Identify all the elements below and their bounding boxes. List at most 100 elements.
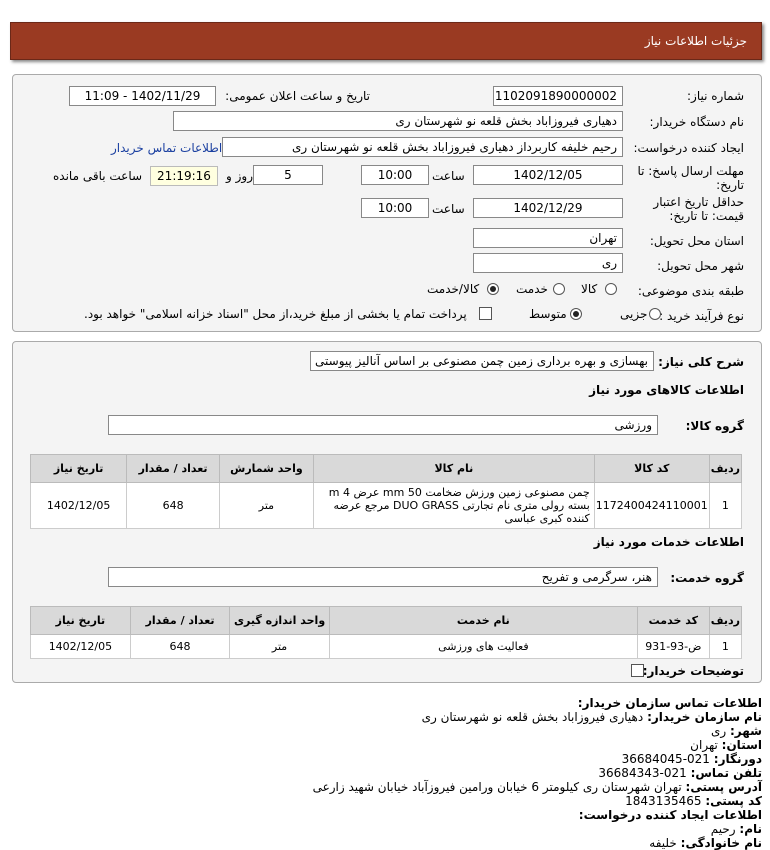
goods-code: 1172400424110001 bbox=[593, 482, 710, 529]
fax-value: 021-36684045 bbox=[621, 752, 710, 766]
category-service-label: خدمت bbox=[516, 282, 548, 296]
goods-name: چمن مصنوعی زمین ورزش ضخامت mm 50 عرض m 4… bbox=[312, 482, 595, 529]
description-field: بهسازی و بهره برداری زمین چمن مصنوعی بر … bbox=[310, 351, 654, 371]
category-label: طبقه بندی موضوعی: bbox=[637, 284, 744, 298]
deadline-label-2: تاریخ: bbox=[716, 178, 744, 192]
col-unit: واحد اندازه گیری bbox=[229, 606, 330, 635]
deadline-time-label: ساعت bbox=[432, 169, 465, 183]
service-row-number: 1 bbox=[708, 634, 743, 659]
purchase-radio-medium[interactable] bbox=[570, 308, 582, 320]
purchase-minor-label: جزیی bbox=[620, 307, 648, 321]
service-unit: متر bbox=[229, 634, 330, 659]
postal-value: 1843135465 bbox=[625, 794, 702, 808]
org-value: دهیاری فیروزاباد بخش قلعه نو شهرستان ری bbox=[421, 710, 644, 724]
treasury-note: پرداخت تمام یا بخشی از مبلغ خرید،از محل … bbox=[84, 307, 467, 321]
col-unit: واحد شمارش bbox=[218, 454, 314, 483]
need-number-field: 1102091890000002 bbox=[493, 86, 623, 106]
col-date: تاریخ نیاز bbox=[30, 606, 131, 635]
name-value: رحیم bbox=[710, 822, 736, 836]
validity-date-field: 1402/12/29 bbox=[473, 198, 623, 218]
validity-label-2: قیمت: تا تاریخ: bbox=[669, 209, 744, 223]
category-radio-goods[interactable] bbox=[605, 283, 617, 295]
treasury-checkbox[interactable] bbox=[479, 307, 492, 320]
org-label: نام سازمان خریدار: bbox=[647, 710, 762, 724]
col-date: تاریخ نیاز bbox=[29, 454, 128, 483]
buyer-label: نام دستگاه خریدار: bbox=[649, 115, 745, 129]
service-qty: 648 bbox=[129, 634, 231, 659]
col-name: نام خدمت bbox=[328, 606, 638, 635]
contact-address: آدرس پستی: تهران شهرستان ری کیلومتر 6 خی… bbox=[313, 780, 762, 794]
contact-province: استان: تهران bbox=[690, 738, 762, 752]
deadline-time-field: 10:00 bbox=[361, 165, 429, 185]
category-radio-service[interactable] bbox=[553, 283, 565, 295]
deadline-label-1: مهلت ارسال پاسخ: تا bbox=[637, 164, 744, 178]
validity-time-label: ساعت bbox=[432, 202, 465, 216]
services-table-header: ردیف کد خدمت نام خدمت واحد اندازه گیری ت… bbox=[30, 606, 743, 635]
contact-city: شهر: ری bbox=[711, 724, 762, 738]
col-qty: تعداد / مقدار bbox=[126, 454, 220, 483]
announce-label: تاریخ و ساعت اعلان عمومی: bbox=[225, 89, 370, 103]
service-date: 1402/12/05 bbox=[30, 634, 131, 659]
col-row: ردیف bbox=[708, 606, 743, 635]
page-title: جزئیات اطلاعات نیاز bbox=[644, 34, 747, 48]
category-goods-service-label: کالا/خدمت bbox=[427, 282, 480, 296]
validity-time-field: 10:00 bbox=[361, 198, 429, 218]
services-table: ردیف کد خدمت نام خدمت واحد اندازه گیری ت… bbox=[30, 606, 743, 659]
name-label: نام: bbox=[739, 822, 762, 836]
need-number-label: شماره نیاز: bbox=[687, 89, 744, 103]
creator-info-title: اطلاعات ایجاد کننده درخواست: bbox=[578, 808, 762, 822]
col-code: کد کالا bbox=[593, 454, 710, 483]
remaining-label: ساعت باقی مانده bbox=[53, 169, 143, 183]
days-label: روز و bbox=[226, 169, 253, 183]
remaining-time-field: 21:19:16 bbox=[150, 166, 218, 186]
buyer-contact-link[interactable]: اطلاعات تماس خریدار bbox=[111, 141, 222, 155]
buyer-notes-checkbox[interactable] bbox=[631, 664, 644, 677]
creator-name: نام: رحیم bbox=[711, 822, 762, 836]
deadline-date-field: 1402/12/05 bbox=[473, 165, 623, 185]
goods-table-header: ردیف کد کالا نام کالا واحد شمارش تعداد /… bbox=[29, 454, 743, 483]
purchase-type-label: نوع فرآیند خرید : bbox=[659, 309, 744, 323]
table-row: 1 ض-93-931 فعالیت های ورزشی متر 648 1402… bbox=[30, 634, 743, 659]
province-info-label: استان: bbox=[721, 738, 762, 752]
contact-postal: کد پستی: 1843135465 bbox=[625, 794, 762, 808]
service-name: فعالیت های ورزشی bbox=[328, 634, 638, 659]
address-label: آدرس پستی: bbox=[685, 780, 762, 794]
col-row: ردیف bbox=[708, 454, 743, 483]
goods-unit: متر bbox=[218, 482, 314, 529]
province-label: استان محل تحویل: bbox=[649, 234, 744, 248]
services-group-field: هنر، سرگرمی و تفریح bbox=[108, 567, 658, 587]
phone-label: تلفن تماس: bbox=[690, 766, 762, 780]
col-code: کد خدمت bbox=[636, 606, 710, 635]
col-qty: تعداد / مقدار bbox=[129, 606, 231, 635]
contact-phone: تلفن تماس: 021-36684343 bbox=[598, 766, 762, 780]
purchase-radio-minor[interactable] bbox=[649, 308, 661, 320]
category-radio-goods-service[interactable] bbox=[487, 283, 499, 295]
province-info-value: تهران bbox=[690, 738, 718, 752]
description-label: شرح کلی نیاز: bbox=[658, 355, 744, 369]
city-label: شهر محل تحویل: bbox=[657, 259, 744, 273]
phone-value: 021-36684343 bbox=[598, 766, 687, 780]
contact-org: نام سازمان خریدار: دهیاری فیروزاباد بخش … bbox=[422, 710, 762, 724]
creator-family: نام خانوادگی: خلیفه bbox=[649, 836, 762, 850]
buyer-field: دهیاری فیروزاباد بخش قلعه نو شهرستان ری bbox=[173, 111, 623, 131]
table-row: 1 1172400424110001 چمن مصنوعی زمین ورزش … bbox=[29, 482, 743, 529]
family-value: خلیفه bbox=[649, 836, 677, 850]
page-header: جزئیات اطلاعات نیاز bbox=[10, 22, 762, 60]
purchase-medium-label: متوسط bbox=[529, 307, 567, 321]
creator-label: ایجاد کننده درخواست: bbox=[633, 141, 744, 155]
days-field: 5 bbox=[253, 165, 323, 185]
city-info-label: شهر: bbox=[730, 724, 762, 738]
service-code: ض-93-931 bbox=[636, 634, 710, 659]
province-field: تهران bbox=[473, 228, 623, 248]
goods-row-number: 1 bbox=[708, 482, 743, 529]
city-info-value: ری bbox=[710, 724, 727, 738]
services-section-title: اطلاعات خدمات مورد نیاز bbox=[593, 535, 744, 549]
contact-title: اطلاعات تماس سازمان خریدار: bbox=[577, 696, 762, 710]
goods-table: ردیف کد کالا نام کالا واحد شمارش تعداد /… bbox=[29, 454, 743, 529]
goods-date: 1402/12/05 bbox=[29, 482, 128, 529]
goods-qty: 648 bbox=[126, 482, 220, 529]
col-name: نام کالا bbox=[312, 454, 595, 483]
goods-group-field: ورزشی bbox=[108, 415, 658, 435]
goods-group-label: گروه کالا: bbox=[685, 419, 744, 433]
postal-label: کد پستی: bbox=[705, 794, 762, 808]
